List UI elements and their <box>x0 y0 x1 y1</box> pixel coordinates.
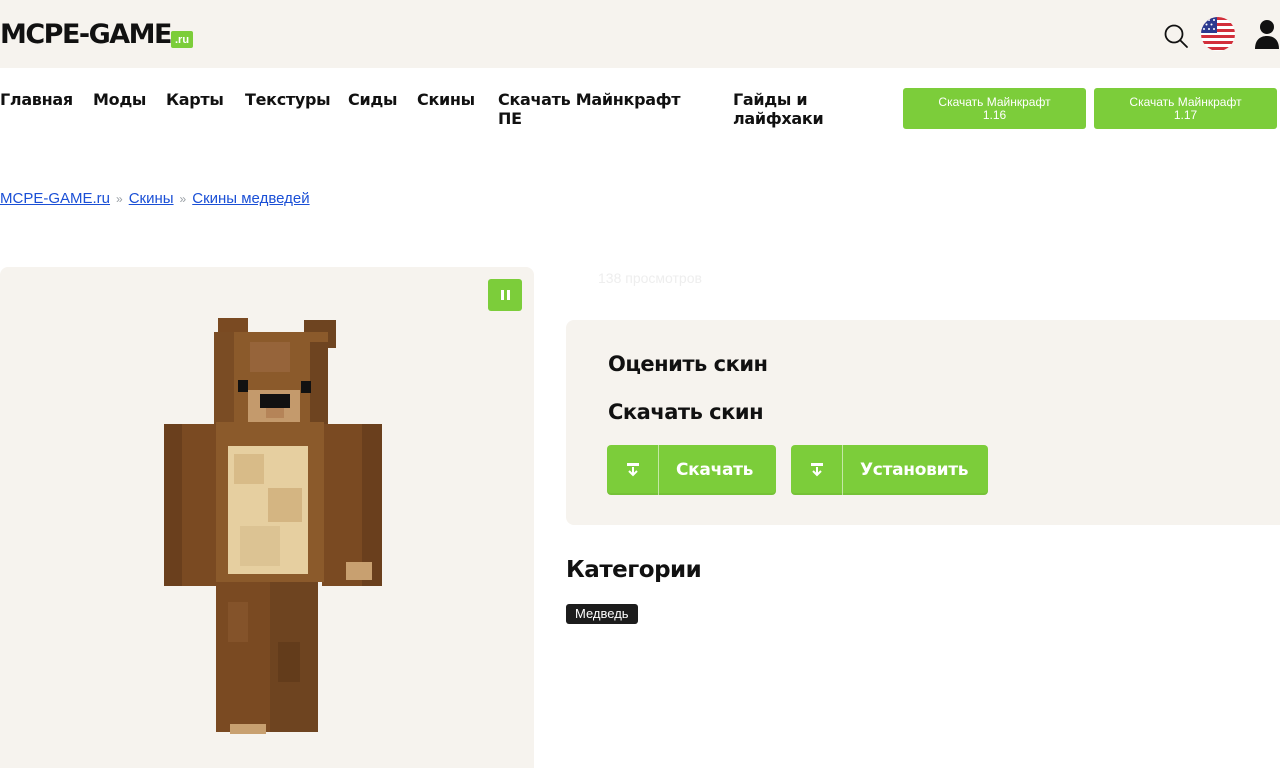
nav-item-home[interactable]: Главная <box>0 90 73 109</box>
site-logo[interactable]: MCPE-GAME .ru <box>0 17 194 51</box>
rate-skin-title: Оценить скин <box>608 352 768 376</box>
breadcrumb-bear-skins[interactable]: Скины медведей <box>192 190 309 208</box>
logo-suffix: .ru <box>171 31 194 48</box>
nav-item-seeds[interactable]: Сиды <box>348 90 397 109</box>
category-tag-bear[interactable]: Медведь <box>566 604 638 624</box>
breadcrumb-home[interactable]: MCPE-GAME.ru <box>0 190 110 208</box>
pause-icon[interactable] <box>488 279 522 311</box>
breadcrumb-skins[interactable]: Скины <box>129 190 174 208</box>
button-label-line1: Скачать Майнкрафт <box>938 94 1051 109</box>
nav-item-maps[interactable]: Карты <box>166 90 224 109</box>
download-icon <box>607 445 659 495</box>
breadcrumb-separator: » <box>179 192 187 206</box>
install-button[interactable]: Установить <box>791 445 988 495</box>
view-count: 138 просмотров <box>598 270 702 286</box>
download-button-label: Скачать <box>676 460 754 480</box>
nav-item-guides[interactable]: Гайды и лайфхаки <box>733 90 843 128</box>
button-label-version: 1.17 <box>1173 107 1198 122</box>
user-icon[interactable] <box>1254 18 1280 50</box>
nav-item-mods[interactable]: Моды <box>93 90 146 109</box>
logo-text: MCPE-GAME <box>0 19 173 50</box>
nav-item-skins[interactable]: Скины <box>417 90 475 109</box>
us-flag-icon[interactable] <box>1200 16 1236 52</box>
download-minecraft-116-button[interactable]: Скачать Майнкрафт 1.16 <box>903 88 1086 129</box>
breadcrumb: MCPE-GAME.ru » Скины » Скины медведей <box>0 190 310 208</box>
button-label-line1: Скачать Майнкрафт <box>1129 94 1242 109</box>
download-minecraft-117-button[interactable]: Скачать Майнкрафт 1.17 <box>1094 88 1277 129</box>
download-skin-title: Скачать скин <box>608 400 764 424</box>
bear-skin-model[interactable] <box>150 312 390 752</box>
search-icon[interactable] <box>1162 22 1190 50</box>
nav-item-download-pe[interactable]: Скачать Майнкрафт ПЕ <box>498 90 698 128</box>
download-button[interactable]: Скачать <box>607 445 776 495</box>
nav-item-textures[interactable]: Текстуры <box>245 90 331 109</box>
button-label-version: 1.16 <box>982 107 1007 122</box>
categories-title: Категории <box>566 557 702 583</box>
download-icon <box>791 445 843 495</box>
breadcrumb-separator: » <box>116 192 123 206</box>
install-button-label: Установить <box>860 460 969 480</box>
